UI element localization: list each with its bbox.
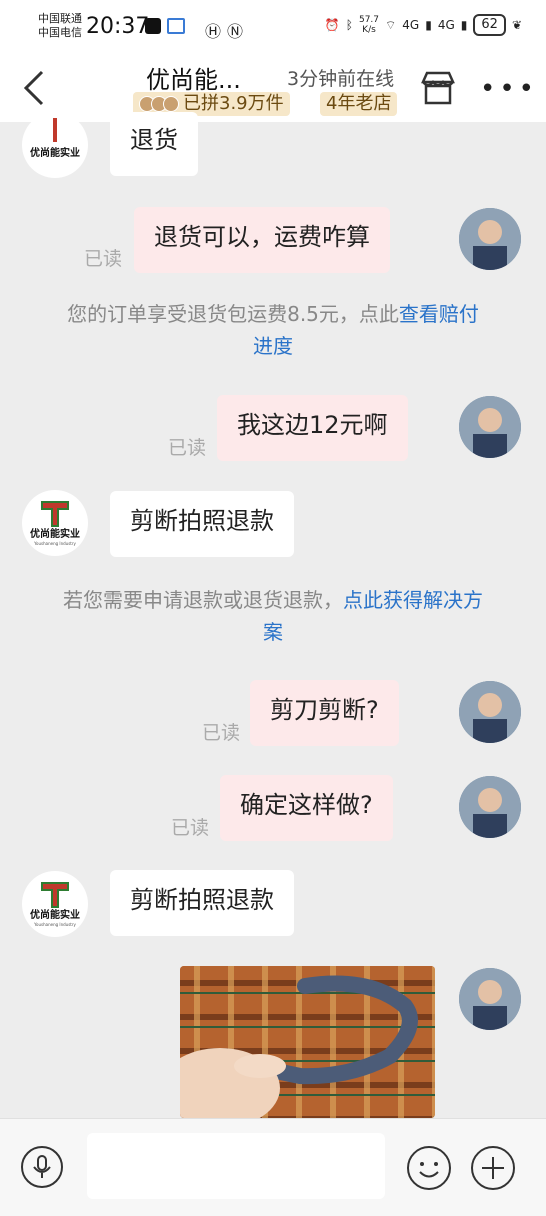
message-text: 剪断拍照退款 xyxy=(130,507,274,535)
read-receipt: 已读 xyxy=(171,817,210,839)
microphone-icon[interactable] xyxy=(20,1145,64,1189)
avatar-photo xyxy=(459,681,521,743)
clock: 20:37 xyxy=(86,14,150,39)
speed-unit: K/s xyxy=(362,25,376,35)
my-avatar[interactable] xyxy=(459,396,521,458)
chat-header: 优尚能... 3分钟前在线 已拼3.9万件 4年老店 ••• xyxy=(0,56,546,122)
message-bubble: 退货 xyxy=(110,112,198,176)
my-avatar[interactable] xyxy=(459,681,521,743)
store-icon[interactable] xyxy=(418,68,458,108)
carrier-labels: 中国联通 中国电信 xyxy=(38,12,82,40)
alarm-icon: ⏰ xyxy=(324,18,340,32)
bluetooth-icon: ᛒ xyxy=(345,18,353,32)
message-bubble: 退货可以，运费咋算 xyxy=(134,207,390,273)
message-text: 剪刀剪断? xyxy=(270,696,379,724)
hd-icon: Ⓗ xyxy=(205,22,222,41)
net-speed: 57.7 K/s xyxy=(359,15,379,35)
shop-logo: 优尚能实业 Youshaneng Industry xyxy=(30,501,80,546)
message-bubble: 我这边12元啊 xyxy=(217,395,408,461)
message-text: 剪断拍照退款 xyxy=(130,886,274,914)
shop-logo-subtext: Youshaneng Industry xyxy=(33,541,76,546)
system-notice: 您的订单享受退货包运费8.5元，点此查看赔付进度 xyxy=(60,298,486,362)
notification-icons xyxy=(145,18,185,34)
shop-avatar[interactable]: 优尚能实业 Youshaneng Industry xyxy=(22,490,88,556)
shop-logo-text: 优尚能实业 xyxy=(30,527,80,540)
shop-logo-text: 优尚能实业 xyxy=(30,908,80,921)
network-1: 4G xyxy=(402,18,420,32)
message-bubble: 剪断拍照退款 xyxy=(110,870,294,936)
group-buy-text: 已拼3.9万件 xyxy=(183,93,284,114)
shop-name[interactable]: 优尚能... xyxy=(146,60,241,95)
my-avatar[interactable] xyxy=(459,968,521,1030)
message-bubble: 剪断拍照退款 xyxy=(110,491,294,557)
system-notice-text: 您的订单享受退货包运费8.5元，点此 xyxy=(67,302,399,326)
avatar-photo xyxy=(459,776,521,838)
carrier-2: 中国电信 xyxy=(38,26,82,39)
shop-logo-text: 优尚能实业 xyxy=(30,146,80,159)
emoji-icon[interactable] xyxy=(406,1145,452,1191)
avatar-photo xyxy=(459,968,521,1030)
message-text: 我这边12元啊 xyxy=(237,411,388,439)
shop-avatar[interactable]: 优尚能实业 Youshaneng Industry xyxy=(22,871,88,937)
battery-indicator: 62 xyxy=(473,14,506,36)
message-bubble: 剪刀剪断? xyxy=(250,680,399,746)
shop-logo: 优尚能实业 xyxy=(30,118,80,159)
nfc-icon: Ⓝ xyxy=(227,22,244,41)
store-age-badge: 4年老店 xyxy=(320,92,398,116)
network-2: 4G xyxy=(437,18,455,32)
back-icon[interactable] xyxy=(20,68,50,108)
status-right: ⏰ ᛒ 57.7 K/s ⌔ 4G ▮ 4G ▮ 62 ❦ xyxy=(325,14,522,36)
shop-logo-subtext: Youshaneng Industry xyxy=(33,922,76,927)
signal-icon-2: ▮ xyxy=(460,18,468,32)
watch-strap-photo xyxy=(180,966,435,1118)
status-mid-icons: Ⓗ Ⓝ xyxy=(205,18,243,42)
message-input[interactable] xyxy=(87,1133,385,1199)
image-message[interactable] xyxy=(180,966,435,1118)
read-receipt: 已读 xyxy=(202,722,241,744)
input-bar xyxy=(0,1118,546,1216)
message-icon xyxy=(167,18,185,34)
wifi-icon: ⌔ xyxy=(385,17,397,32)
message-text: 退货 xyxy=(130,126,178,154)
read-receipt: 已读 xyxy=(84,248,123,270)
shop-avatar[interactable]: 优尚能实业 xyxy=(22,112,88,178)
buyer-avatars xyxy=(139,96,179,112)
tiktok-icon xyxy=(145,18,161,34)
message-text: 确定这样做? xyxy=(240,791,373,819)
more-icon[interactable]: ••• xyxy=(480,76,538,102)
message-bubble: 确定这样做? xyxy=(220,775,393,841)
online-status: 3分钟前在线 xyxy=(287,68,395,90)
shop-logo: 优尚能实业 Youshaneng Industry xyxy=(30,882,80,927)
leaf-icon: ❦ xyxy=(511,18,522,32)
carrier-1: 中国联通 xyxy=(38,12,82,25)
message-text: 退货可以，运费咋算 xyxy=(154,223,370,251)
avatar-photo xyxy=(459,208,521,270)
status-bar: 中国联通 中国电信 20:37 Ⓗ Ⓝ ⏰ ᛒ 57.7 K/s ⌔ 4G ▮ … xyxy=(0,0,546,56)
system-notice-text: 若您需要申请退款或退货退款， xyxy=(63,588,343,612)
signal-icon: ▮ xyxy=(425,18,432,32)
system-notice: 若您需要申请退款或退货退款，点此获得解决方案 xyxy=(60,584,486,648)
plus-icon[interactable] xyxy=(470,1145,516,1191)
read-receipt: 已读 xyxy=(168,437,207,459)
speed-value: 57.7 xyxy=(358,15,380,25)
avatar-photo xyxy=(459,396,521,458)
my-avatar[interactable] xyxy=(459,776,521,838)
my-avatar[interactable] xyxy=(459,208,521,270)
